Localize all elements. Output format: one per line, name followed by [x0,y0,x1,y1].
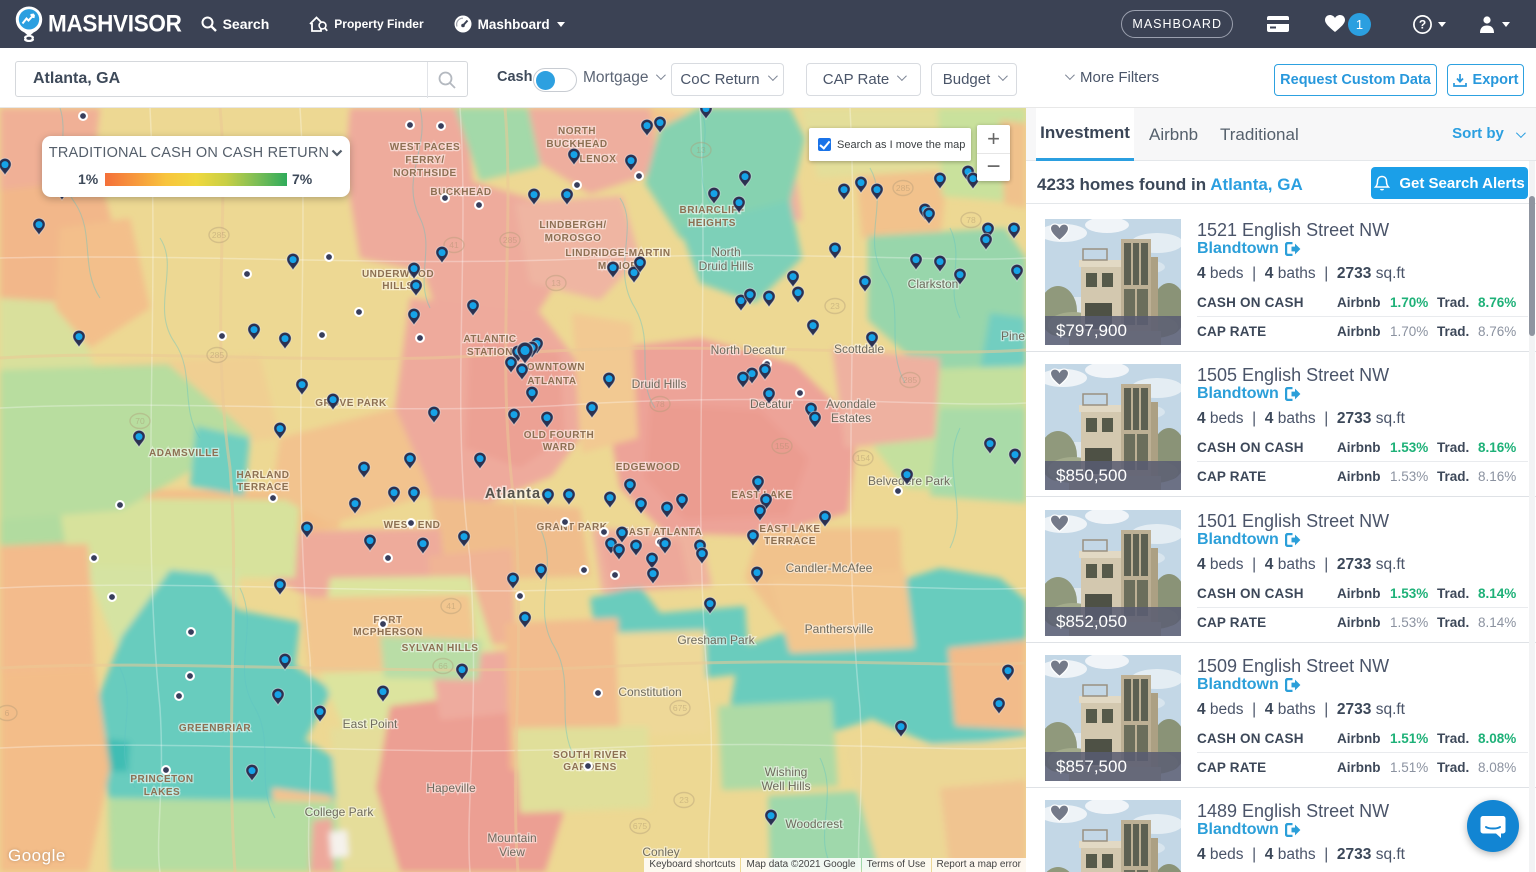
svg-text:154: 154 [856,453,870,463]
svg-text:EAST ATLANTA: EAST ATLANTA [622,527,703,538]
svg-text:View: View [499,845,525,859]
svg-text:North: North [711,245,740,259]
svg-text:HARLAND: HARLAND [237,470,290,481]
svg-text:155: 155 [775,441,789,451]
svg-text:Clarkston: Clarkston [908,277,959,291]
svg-text:SOUTH RIVER: SOUTH RIVER [553,750,627,761]
svg-text:675: 675 [673,703,687,713]
svg-text:MCPHERSON: MCPHERSON [353,627,423,638]
svg-text:Hapeville: Hapeville [426,781,476,795]
svg-text:NORTHSIDE: NORTHSIDE [393,168,456,179]
svg-text:285: 285 [503,235,517,245]
svg-text:Candler-McAfee: Candler-McAfee [786,561,873,575]
svg-text:LINDRIDGE-MARTIN: LINDRIDGE-MARTIN [565,248,670,259]
svg-text:78: 78 [966,215,976,225]
svg-text:675: 675 [633,821,647,831]
svg-text:OLD FOURTH: OLD FOURTH [524,430,595,441]
svg-text:GRANT PARK: GRANT PARK [537,522,608,533]
svg-text:Scottdale: Scottdale [834,342,884,356]
svg-text:Avondale: Avondale [826,397,876,411]
svg-text:41: 41 [449,240,459,250]
svg-text:Mountain: Mountain [487,831,536,845]
svg-text:Well Hills: Well Hills [761,779,810,793]
svg-text:East Point: East Point [343,717,398,731]
svg-text:Woodcrest: Woodcrest [785,817,843,831]
svg-text:ATLANTA: ATLANTA [527,376,576,387]
svg-text:Constitution: Constitution [618,685,681,699]
svg-text:LENOX: LENOX [580,154,617,165]
svg-text:BUCKHEAD: BUCKHEAD [546,139,607,150]
svg-text:Wishing: Wishing [765,765,808,779]
svg-text:BUCKHEAD: BUCKHEAD [430,187,491,198]
svg-text:ADAMSVILLE: ADAMSVILLE [149,448,219,459]
svg-text:SYLVAN HILLS: SYLVAN HILLS [402,643,479,654]
svg-text:College Park: College Park [305,805,375,819]
svg-text:78: 78 [655,399,665,409]
svg-text:WARD: WARD [543,442,576,453]
svg-text:North Decatur: North Decatur [711,343,786,357]
svg-text:FERRY/: FERRY/ [405,155,444,166]
svg-text:PRINCETON: PRINCETON [130,774,193,785]
svg-text:285: 285 [212,230,226,240]
svg-text:EAST LAKE: EAST LAKE [759,524,820,535]
svg-text:MOROSGO: MOROSGO [545,233,602,244]
svg-text:Gresham Park: Gresham Park [677,633,755,647]
svg-text:GREENBRIAR: GREENBRIAR [179,723,252,734]
svg-text:WEST PACES: WEST PACES [390,142,460,153]
svg-text:Pine: Pine [1001,329,1025,343]
svg-text:FORT: FORT [373,615,402,626]
svg-text:UNDERWOOD: UNDERWOOD [362,269,434,280]
svg-text:Atlanta: Atlanta [485,486,541,502]
svg-text:TERRACE: TERRACE [764,536,816,547]
svg-text:DOWNTOWN: DOWNTOWN [519,362,585,373]
svg-text:23: 23 [830,301,840,311]
svg-text:Druid Hills: Druid Hills [699,259,754,273]
svg-text:ATLANTIC: ATLANTIC [463,334,516,345]
svg-text:13: 13 [696,145,706,155]
svg-text:Estates: Estates [831,411,871,425]
svg-text:13: 13 [551,278,561,288]
svg-text:HEIGHTS: HEIGHTS [688,218,736,229]
svg-text:23: 23 [679,795,689,805]
svg-text:LAKES: LAKES [144,787,180,798]
svg-text:LINDBERGH/: LINDBERGH/ [539,220,606,231]
svg-text:GROVE PARK: GROVE PARK [315,398,387,409]
svg-text:66: 66 [438,661,448,671]
svg-text:TERRACE: TERRACE [237,482,289,493]
svg-text:Panthersville: Panthersville [805,622,874,636]
svg-text:?: ? [1419,17,1426,31]
svg-text:6: 6 [5,708,10,718]
svg-text:Conley: Conley [642,845,679,859]
svg-text:NORTH: NORTH [558,126,596,137]
svg-text:Druid Hills: Druid Hills [632,377,687,391]
svg-text:285: 285 [210,350,224,360]
svg-text:70: 70 [135,416,145,426]
svg-text:285: 285 [903,375,917,385]
svg-text:41: 41 [446,601,456,611]
svg-text:EDGEWOOD: EDGEWOOD [616,462,681,473]
svg-text:HILLS: HILLS [382,281,413,292]
svg-text:285: 285 [896,183,910,193]
svg-text:STATION: STATION [467,347,513,358]
